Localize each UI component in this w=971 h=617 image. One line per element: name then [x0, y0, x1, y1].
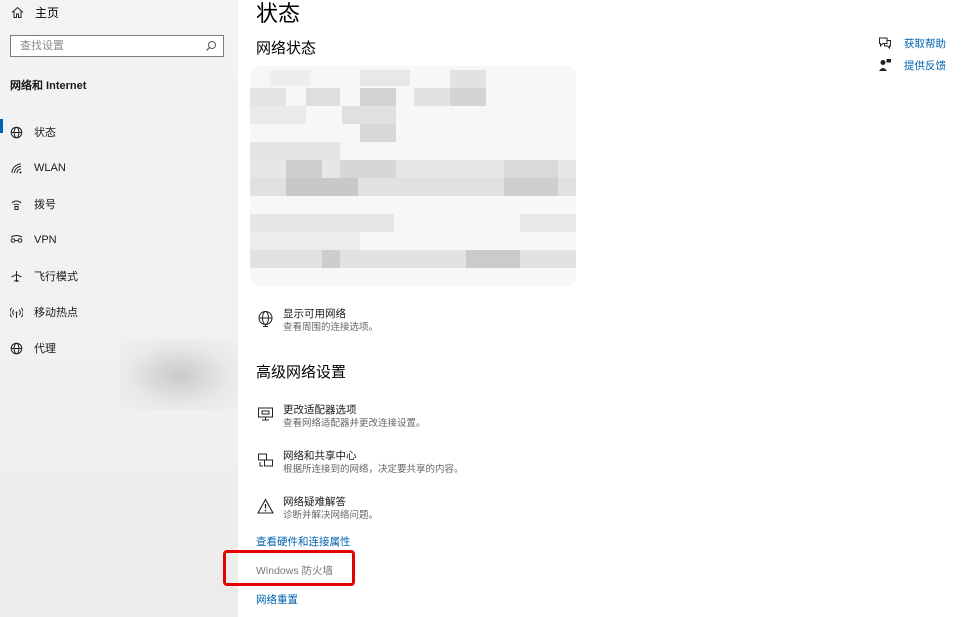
sidebar-item-proxy[interactable]: 代理	[0, 330, 238, 366]
proxy-globe-icon	[9, 341, 23, 355]
vpn-icon	[9, 233, 23, 247]
sidebar-item-label: 飞行模式	[34, 271, 78, 283]
advanced-settings-heading: 高级网络设置	[256, 364, 347, 381]
sidebar-item-label: 移动热点	[34, 307, 78, 319]
home-link[interactable]: 主页	[10, 4, 59, 20]
network-sharing-center[interactable]: 网络和共享中心 根据所连接到的网络，决定要共享的内容。	[256, 450, 464, 476]
globe-status-icon	[9, 125, 23, 139]
help-links: 获取帮助 提供反馈	[878, 32, 946, 76]
globe-icon	[256, 309, 274, 327]
show-networks-desc: 查看周围的连接选项。	[283, 322, 379, 333]
settings-window: 主页 网络和 Internet 状态 WLAN	[0, 0, 971, 617]
section-label: 网络和 Internet	[10, 80, 87, 92]
hotspot-icon	[9, 305, 23, 319]
search-box[interactable]	[10, 35, 224, 57]
get-help-link[interactable]: 获取帮助	[878, 32, 946, 54]
adapter-monitor-icon	[256, 405, 274, 423]
main-content: 状态 网络状态 显示可用网络 查看周围的连接选项。 高级网络设置 更改适配器选项…	[223, 0, 971, 617]
adapter-options-desc: 查看网络适配器并更改连接设置。	[283, 418, 426, 429]
get-help-label: 获取帮助	[904, 37, 946, 50]
sidebar-item-label: 代理	[34, 343, 56, 355]
sidebar-item-label: VPN	[34, 234, 57, 246]
give-feedback-link[interactable]: 提供反馈	[878, 54, 946, 76]
troubleshooter-desc: 诊断并解决网络问题。	[283, 510, 379, 521]
search-icon[interactable]	[203, 38, 219, 54]
feedback-person-icon	[878, 58, 892, 72]
sidebar-item-wlan[interactable]: WLAN	[0, 150, 238, 186]
wifi-icon	[9, 161, 23, 175]
sidebar-item-hotspot[interactable]: 移动热点	[0, 294, 238, 330]
sidebar-item-dialup[interactable]: 拨号	[0, 186, 238, 222]
sidebar-item-label: 拨号	[34, 199, 56, 211]
adapter-options-title: 更改适配器选项	[283, 404, 357, 416]
change-adapter-options[interactable]: 更改适配器选项 查看网络适配器并更改连接设置。	[256, 404, 426, 430]
sharing-center-desc: 根据所连接到的网络，决定要共享的内容。	[283, 464, 464, 475]
view-hardware-properties-link[interactable]: 查看硬件和连接属性	[256, 534, 351, 549]
network-reset-link[interactable]: 网络重置	[256, 592, 298, 607]
search-input[interactable]	[11, 37, 203, 55]
sidebar-item-label: 状态	[34, 127, 56, 139]
airplane-icon	[9, 269, 23, 283]
troubleshooter-title: 网络疑难解答	[283, 496, 346, 508]
chat-help-icon	[878, 36, 892, 50]
sharing-center-title: 网络和共享中心	[283, 450, 357, 462]
sharing-center-icon	[256, 451, 274, 469]
sidebar-item-airplane[interactable]: 飞行模式	[0, 258, 238, 294]
home-label: 主页	[35, 5, 60, 20]
page-title: 状态	[256, 1, 301, 26]
dialup-icon	[9, 197, 23, 211]
show-networks-title: 显示可用网络	[283, 308, 346, 320]
network-troubleshooter[interactable]: 网络疑难解答 诊断并解决网络问题。	[256, 496, 378, 522]
windows-firewall-link[interactable]: Windows 防火墙	[256, 563, 333, 578]
give-feedback-label: 提供反馈	[904, 59, 946, 72]
network-status-heading: 网络状态	[256, 40, 317, 57]
sidebar: 主页 网络和 Internet 状态 WLAN	[0, 0, 238, 617]
home-icon	[10, 5, 24, 19]
warning-triangle-icon	[256, 497, 274, 515]
sidebar-item-label: WLAN	[34, 162, 66, 174]
sidebar-nav: 状态 WLAN 拨号 VPN 飞行模式 移动热点 代理	[0, 114, 238, 366]
show-available-networks[interactable]: 显示可用网络 查看周围的连接选项。	[256, 308, 378, 334]
sidebar-item-vpn[interactable]: VPN	[0, 222, 238, 258]
redacted-network-status	[250, 66, 576, 286]
sidebar-item-status[interactable]: 状态	[0, 114, 238, 150]
